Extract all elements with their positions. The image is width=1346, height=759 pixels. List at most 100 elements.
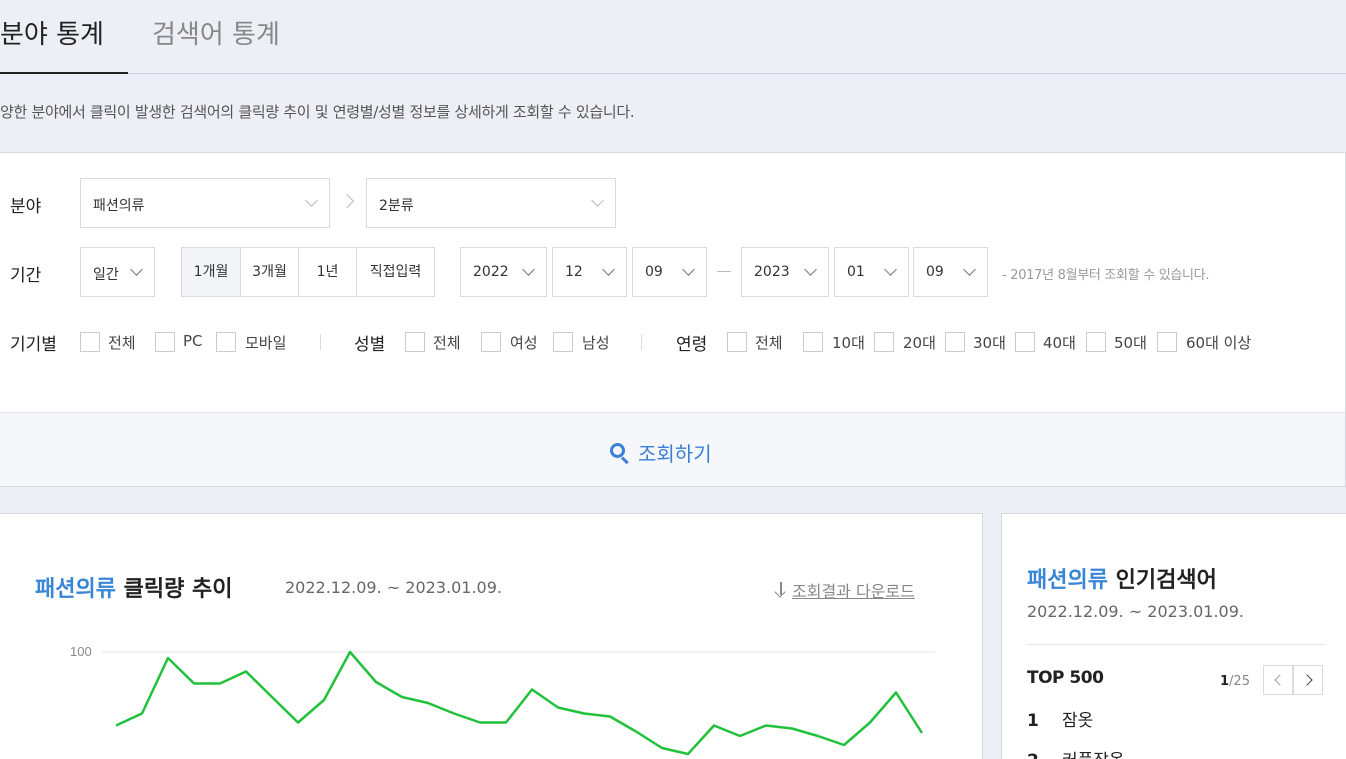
category-secondary-select[interactable]: 2분류 — [366, 178, 616, 228]
start-month-value: 12 — [565, 264, 583, 280]
age-20s-checkbox[interactable] — [874, 332, 894, 352]
age-60plus-checkbox[interactable] — [1157, 332, 1177, 352]
period-label: 기간 — [10, 266, 42, 286]
device-all-label: 전체 — [108, 334, 136, 352]
preset-1month[interactable]: 1개월 — [182, 248, 241, 296]
device-label: 기기별 — [10, 335, 57, 355]
rank-number: 2 — [1027, 751, 1062, 759]
category-label: 분야 — [10, 197, 42, 217]
chevron-down-icon — [682, 263, 695, 276]
start-year-value: 2022 — [473, 264, 509, 280]
tab-keyword-stats[interactable]: 검색어 통계 — [152, 14, 280, 74]
age-20s-label: 20대 — [903, 334, 936, 352]
start-month-select[interactable]: 12 — [552, 247, 627, 297]
category-primary-select[interactable]: 패션의류 — [80, 178, 330, 228]
click-trend-panel: 패션의류 클릭량 추이 2022.12.09. ~ 2023.01.09. 조회… — [0, 513, 983, 759]
search-button-label: 조회하기 — [638, 442, 712, 466]
download-icon — [774, 582, 788, 598]
device-pc-label: PC — [183, 332, 203, 350]
next-page-button[interactable] — [1293, 665, 1323, 695]
page-description: 양한 분야에서 클릭이 발생한 검색어의 클릭량 추이 및 연령별/성별 정보를… — [0, 103, 635, 121]
gender-male-checkbox[interactable] — [553, 332, 573, 352]
side-title-text: 인기검색어 — [1115, 568, 1217, 593]
end-month-select[interactable]: 01 — [834, 247, 909, 297]
device-all-checkbox[interactable] — [80, 332, 100, 352]
prev-page-button[interactable] — [1263, 665, 1293, 695]
download-label: 조회결과 다운로드 — [792, 582, 915, 601]
side-date-range: 2022.12.09. ~ 2023.01.09. — [1027, 602, 1244, 621]
period-note: - 2017년 8월부터 조회할 수 있습니다. — [1002, 268, 1210, 283]
end-day-select[interactable]: 09 — [913, 247, 988, 297]
date-range-dash — [717, 271, 731, 272]
age-50s-checkbox[interactable] — [1086, 332, 1106, 352]
preset-1year[interactable]: 1년 — [299, 248, 357, 296]
device-pc-checkbox[interactable] — [155, 332, 175, 352]
chart-title-category: 패션의류 — [35, 577, 116, 602]
y-tick-label: 100 — [70, 644, 92, 659]
period-unit-select[interactable]: 일간 — [80, 247, 155, 297]
chevron-down-icon — [591, 194, 604, 207]
top-tabs: 분야 통계 검색어 통계 — [0, 0, 1346, 74]
trend-line — [115, 650, 924, 756]
chevron-down-icon — [522, 263, 535, 276]
divider — [1027, 644, 1325, 645]
end-year-select[interactable]: 2023 — [741, 247, 829, 297]
gender-all-label: 전체 — [433, 334, 461, 352]
age-all-label: 전체 — [755, 334, 783, 352]
download-results-link[interactable]: 조회결과 다운로드 — [774, 578, 915, 602]
chevron-down-icon — [884, 263, 897, 276]
chevron-left-icon — [1274, 674, 1286, 686]
start-day-select[interactable]: 09 — [632, 247, 707, 297]
age-30s-checkbox[interactable] — [945, 332, 965, 352]
divider — [320, 334, 321, 350]
end-day-value: 09 — [926, 264, 944, 280]
start-day-value: 09 — [645, 264, 663, 280]
list-item[interactable]: 2커플잠옷 — [1027, 746, 1125, 759]
search-button[interactable]: 조회하기 — [610, 438, 712, 467]
popular-keywords-panel: 패션의류 인기검색어 2022.12.09. ~ 2023.01.09. TOP… — [1001, 513, 1346, 759]
page-current: 1 — [1220, 674, 1230, 689]
device-mobile-checkbox[interactable] — [216, 332, 236, 352]
chart-title-text: 클릭량 추이 — [123, 577, 233, 602]
chevron-down-icon — [804, 263, 817, 276]
end-year-value: 2023 — [754, 264, 790, 280]
start-year-select[interactable]: 2022 — [460, 247, 547, 297]
period-unit-value: 일간 — [93, 267, 119, 283]
search-bar: 조회하기 — [0, 412, 1345, 486]
age-40s-checkbox[interactable] — [1015, 332, 1035, 352]
gender-label: 성별 — [354, 335, 386, 355]
top-label: TOP 500 — [1027, 668, 1104, 688]
side-title: 패션의류 인기검색어 — [1027, 562, 1217, 594]
gender-all-checkbox[interactable] — [405, 332, 425, 352]
chart-date-range: 2022.12.09. ~ 2023.01.09. — [285, 578, 502, 597]
end-month-value: 01 — [847, 264, 865, 280]
preset-3month[interactable]: 3개월 — [241, 248, 299, 296]
page-indicator: 1/25 — [1220, 674, 1250, 689]
search-icon — [610, 442, 630, 464]
chevron-down-icon — [130, 263, 143, 276]
gender-female-label: 여성 — [510, 334, 538, 352]
age-label: 연령 — [676, 335, 708, 355]
gender-male-label: 남성 — [582, 334, 610, 352]
page-total: /25 — [1229, 674, 1250, 689]
tab-category-stats[interactable]: 분야 통계 — [0, 14, 128, 74]
rank-keyword: 커플잠옷 — [1062, 751, 1125, 759]
age-all-checkbox[interactable] — [727, 332, 747, 352]
chevron-down-icon — [305, 194, 318, 207]
category-secondary-value: 2분류 — [379, 198, 414, 214]
device-mobile-label: 모바일 — [245, 334, 287, 352]
age-50s-label: 50대 — [1114, 334, 1147, 352]
rank-number: 1 — [1027, 711, 1039, 731]
side-title-category: 패션의류 — [1027, 568, 1108, 593]
chevron-right-icon — [1301, 674, 1313, 686]
age-40s-label: 40대 — [1043, 334, 1076, 352]
divider — [641, 334, 642, 350]
list-item[interactable]: 1 잠옷 — [1027, 706, 1093, 731]
preset-custom[interactable]: 직접입력 — [357, 248, 434, 296]
age-60plus-label: 60대 이상 — [1186, 334, 1252, 352]
age-10s-checkbox[interactable] — [803, 332, 823, 352]
chevron-down-icon — [602, 263, 615, 276]
rank-keyword: 잠옷 — [1062, 711, 1094, 731]
chart-title: 패션의류 클릭량 추이 — [35, 571, 233, 603]
gender-female-checkbox[interactable] — [481, 332, 501, 352]
